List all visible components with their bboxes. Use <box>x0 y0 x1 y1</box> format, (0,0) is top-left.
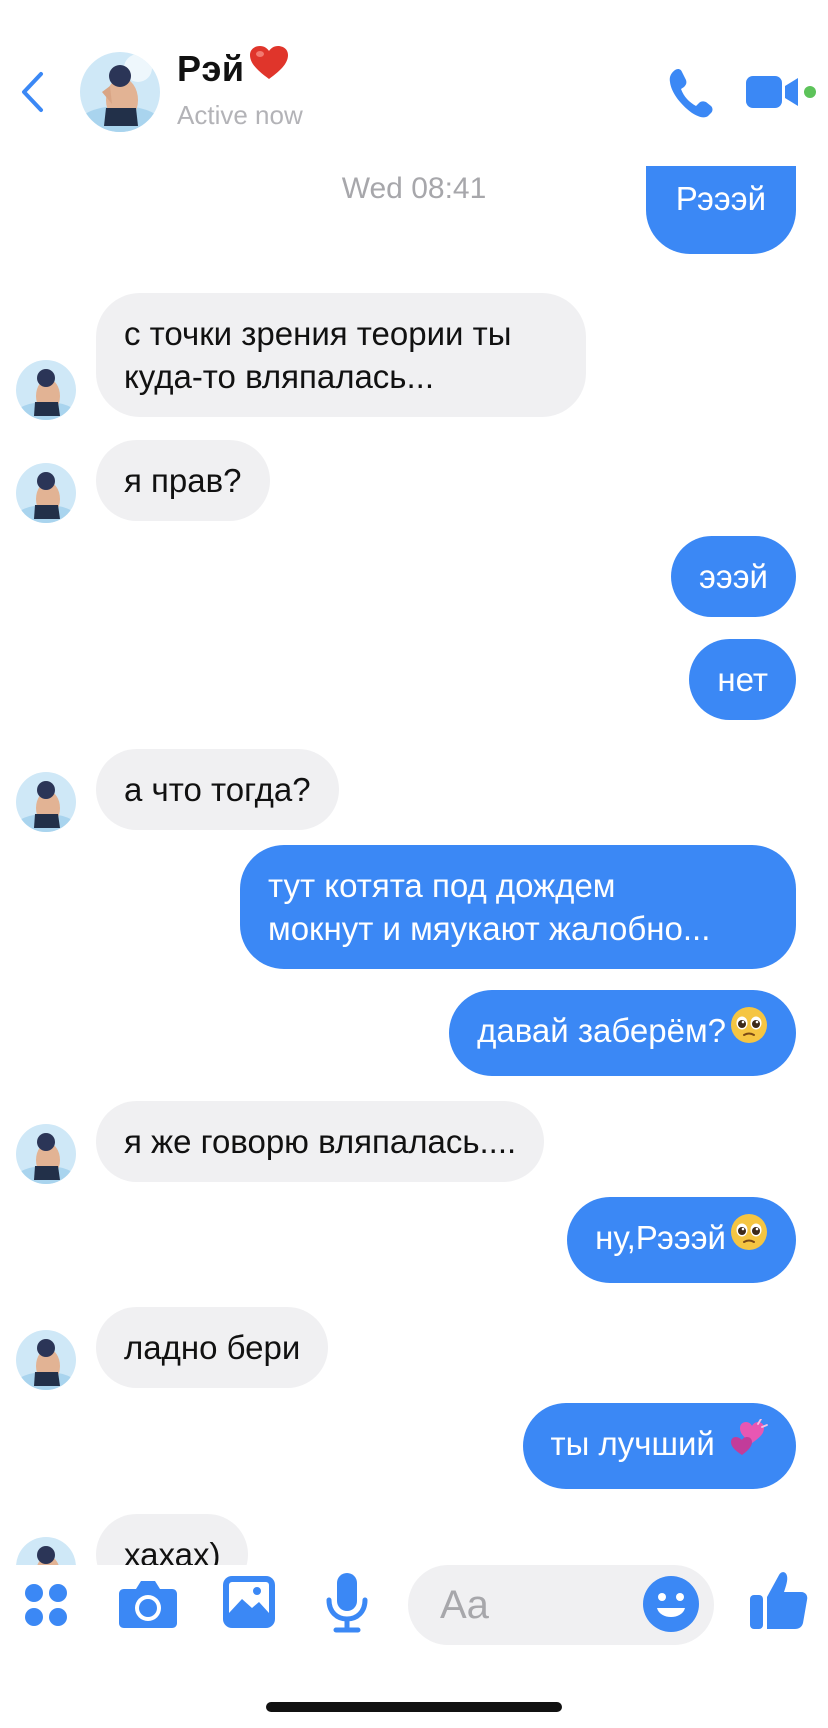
outgoing-message[interactable]: эээй <box>671 536 796 617</box>
home-indicator[interactable] <box>266 1702 562 1712</box>
contact-avatar-small[interactable] <box>16 1537 76 1565</box>
incoming-message[interactable]: я же говорю вляпалась.... <box>96 1101 545 1182</box>
avatar-image <box>80 52 160 132</box>
contact-avatar-small[interactable] <box>16 1330 76 1390</box>
message-text: ну,Рэээй <box>595 1219 726 1256</box>
messenger-chat-screen: Рэй Active now Wed 08:41 Рэээй с точки з… <box>0 0 828 1728</box>
like-button[interactable] <box>748 1567 810 1633</box>
message-text-line: тут котята под дождем <box>268 867 616 904</box>
thumbs-up-icon <box>750 1572 808 1629</box>
gallery-button[interactable] <box>220 1573 278 1631</box>
message-text: ты лучший <box>550 1425 724 1462</box>
message-text-line: куда-то вляпалась... <box>124 358 435 395</box>
camera-button[interactable] <box>116 1575 180 1633</box>
message-input-placeholder: Aa <box>440 1583 489 1627</box>
message-text-line: с точки зрения теории ты <box>124 315 512 352</box>
message-text: я же говорю вляпалась.... <box>124 1123 517 1160</box>
message-text: хахах) <box>124 1536 221 1565</box>
outgoing-message[interactable]: ты лучший <box>522 1403 796 1490</box>
more-actions-button[interactable] <box>18 1577 74 1633</box>
red-heart-icon <box>249 45 289 90</box>
contact-avatar-small[interactable] <box>16 463 76 523</box>
voice-message-button[interactable] <box>324 1571 370 1635</box>
message-text: эээй <box>699 558 768 595</box>
message-composer: Aa <box>0 1565 828 1670</box>
outgoing-message[interactable]: ну,Рэээй <box>567 1197 796 1284</box>
message-text: я прав? <box>124 462 242 499</box>
audio-call-button[interactable] <box>666 66 714 118</box>
video-call-button[interactable] <box>746 70 818 114</box>
message-text: а что тогда? <box>124 771 311 808</box>
message-text-line: мокнут и мяукают жалобно... <box>268 910 711 947</box>
outgoing-message[interactable]: нет <box>689 639 796 720</box>
incoming-message[interactable]: а что тогда? <box>96 749 339 830</box>
message-input[interactable]: Aa <box>408 1565 714 1645</box>
contact-avatar-small[interactable] <box>16 360 76 420</box>
incoming-message[interactable]: с точки зрения теории ты куда-то вляпала… <box>96 293 586 417</box>
active-dot <box>804 86 816 98</box>
chevron-left-icon <box>22 72 43 112</box>
incoming-message[interactable]: ладно бери <box>96 1307 329 1388</box>
back-button[interactable] <box>14 68 50 116</box>
two-hearts-icon <box>728 1418 768 1467</box>
message-text: нет <box>717 661 768 698</box>
contact-avatar[interactable] <box>80 52 160 132</box>
phone-icon <box>669 68 713 118</box>
contact-name-text: Рэй <box>177 48 245 89</box>
contact-avatar-small[interactable] <box>16 772 76 832</box>
message-list[interactable]: Рэээй с точки зрения теории ты куда-то в… <box>0 160 828 1565</box>
chat-header: Рэй Active now <box>0 0 828 160</box>
video-camera-icon <box>746 76 816 108</box>
outgoing-message[interactable]: тут котята под дождем мокнут и мяукают ж… <box>240 845 796 969</box>
pleading-face-icon <box>730 1006 768 1054</box>
emoji-picker-button[interactable] <box>642 1575 700 1633</box>
four-dots-icon <box>25 1584 67 1626</box>
message-text: ладно бери <box>124 1329 301 1366</box>
incoming-message[interactable]: хахах) <box>96 1514 249 1565</box>
camera-icon <box>119 1581 177 1628</box>
contact-name: Рэй <box>177 45 289 94</box>
message-text: давай заберём? <box>477 1012 726 1049</box>
message-text: Рэээй <box>675 180 766 217</box>
microphone-icon <box>326 1573 368 1633</box>
contact-avatar-small[interactable] <box>16 1124 76 1184</box>
contact-status: Active now <box>177 100 303 130</box>
outgoing-message[interactable]: давай заберём? <box>449 990 796 1077</box>
outgoing-message[interactable]: Рэээй <box>645 166 796 254</box>
pleading-face-icon <box>730 1213 768 1261</box>
incoming-message[interactable]: я прав? <box>96 440 270 521</box>
image-icon <box>223 1576 275 1628</box>
smiley-icon <box>643 1576 699 1632</box>
